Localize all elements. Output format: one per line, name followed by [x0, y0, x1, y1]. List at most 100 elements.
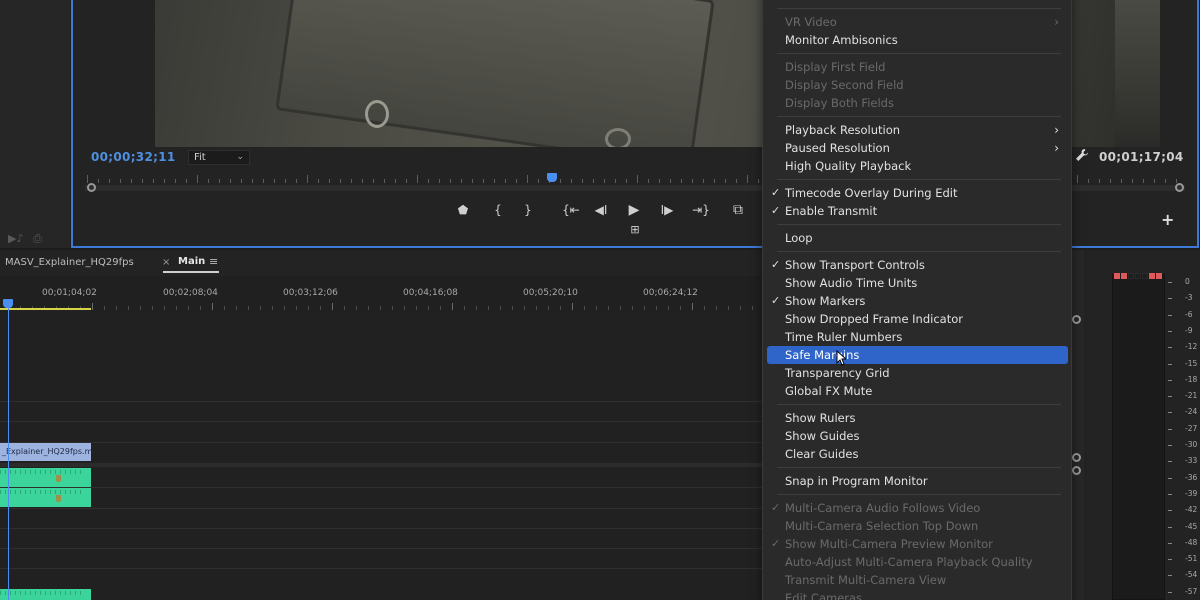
checkmark-icon: ✓ — [771, 204, 781, 217]
ruler-tick — [224, 306, 225, 310]
step-back-button[interactable]: ◀I — [591, 200, 611, 220]
ruler-tick — [344, 306, 345, 310]
db-label: -21 — [1185, 391, 1198, 401]
peak-indicator[interactable] — [1149, 273, 1155, 279]
peak-indicator[interactable] — [1156, 273, 1162, 279]
db-tick — [1168, 428, 1172, 430]
zoom-level-select[interactable]: Fit ⌄ — [188, 150, 250, 165]
menu-item-monitor-ambisonics[interactable]: Monitor Ambisonics — [763, 31, 1073, 49]
tab-main[interactable]: Main — [178, 256, 205, 267]
panel-menu-icon[interactable]: ≡ — [209, 255, 218, 268]
ruler-tick — [284, 306, 285, 310]
current-timecode[interactable]: 00;00;32;11 — [91, 150, 176, 164]
db-label: -6 — [1185, 309, 1193, 319]
ruler-tick — [428, 179, 429, 183]
mark-in-button[interactable]: { — [488, 200, 508, 220]
mark-out-button[interactable]: } — [518, 200, 538, 220]
button-editor-add-button[interactable]: + — [1161, 210, 1174, 229]
db-tick — [1168, 591, 1172, 593]
peak-indicator[interactable] — [1114, 273, 1120, 279]
peak-indicator[interactable] — [1128, 273, 1134, 279]
ruler-tick — [596, 306, 597, 310]
zoom-handle-left[interactable] — [87, 183, 96, 192]
db-label: -24 — [1185, 407, 1198, 417]
menu-separator — [777, 224, 1061, 225]
menu-item-show-audio-time-units[interactable]: Show Audio Time Units — [763, 274, 1073, 292]
audio-clip[interactable] — [0, 589, 91, 600]
db-label: -27 — [1185, 423, 1198, 433]
step-forward-button[interactable]: I▶ — [657, 200, 677, 220]
audio-clip[interactable] — [0, 488, 91, 507]
ruler-tick — [332, 303, 333, 310]
peak-indicator[interactable] — [1135, 273, 1141, 279]
ruler-tick — [142, 179, 143, 183]
timeline-playhead[interactable] — [3, 299, 13, 308]
ruler-tick — [380, 306, 381, 310]
menu-item-show-transport-controls[interactable]: ✓ Show Transport Controls — [763, 256, 1073, 274]
db-tick — [1168, 298, 1172, 300]
menu-item-playback-resolution[interactable]: Playback Resolution › — [763, 121, 1073, 139]
comparison-view-toggle[interactable]: ⊞ — [625, 220, 645, 240]
export-frame-button[interactable]: ⧉ — [728, 200, 748, 220]
video-clip[interactable]: _Explainer_HQ29fps.m — [0, 443, 91, 461]
zoom-handle[interactable] — [1072, 315, 1081, 324]
timeline-time-ruler[interactable]: 00;01;04;02 00;02;08;04 00;03;12;06 00;0… — [0, 276, 768, 310]
menu-item-show-rulers[interactable]: Show Rulers — [763, 409, 1073, 427]
ruler-tick — [716, 306, 717, 310]
ruler-tick — [725, 179, 726, 183]
menu-item-loop[interactable]: Loop — [763, 229, 1073, 247]
zoom-handle[interactable] — [1072, 466, 1081, 475]
menu-item-transparency-grid[interactable]: Transparency Grid — [763, 364, 1073, 382]
ruler-tick — [1143, 179, 1144, 183]
work-area-bar[interactable] — [0, 308, 91, 310]
settings-wrench-icon[interactable] — [1075, 148, 1089, 166]
export-icon[interactable]: ⎙ — [33, 232, 42, 246]
menu-item-label: Show Multi-Camera Preview Monitor — [785, 537, 993, 551]
zoom-handle-right[interactable] — [1175, 183, 1184, 192]
close-icon[interactable]: × — [162, 257, 170, 268]
monitor-playhead[interactable] — [547, 173, 557, 182]
ruler-tick — [252, 179, 253, 183]
menu-item-label: Time Ruler Numbers — [785, 330, 903, 344]
ruler-tick — [524, 306, 525, 310]
menu-item-snap-in-program-monitor[interactable]: Snap in Program Monitor — [763, 472, 1073, 490]
go-to-in-button[interactable]: {⇤ — [558, 200, 584, 220]
menu-item-global-fx-mute[interactable]: Global FX Mute — [763, 382, 1073, 400]
add-marker-button[interactable]: ⬟ — [453, 200, 473, 220]
insert-audio-icon[interactable]: ▶♪ — [8, 232, 23, 245]
menu-item-show-markers[interactable]: ✓ Show Markers — [763, 292, 1073, 310]
menu-separator — [777, 251, 1061, 252]
menu-item-show-dropped-frame-indicator[interactable]: Show Dropped Frame Indicator — [763, 310, 1073, 328]
db-label: -18 — [1185, 374, 1198, 384]
ruler-tick — [175, 179, 176, 183]
ruler-tick — [632, 306, 633, 310]
checkmark-icon: ✓ — [771, 501, 781, 514]
menu-item-time-ruler-numbers[interactable]: Time Ruler Numbers — [763, 328, 1073, 346]
db-tick — [1168, 559, 1172, 561]
db-label: -9 — [1185, 325, 1193, 335]
ruler-tick — [670, 179, 671, 183]
ruler-tick — [704, 306, 705, 310]
video-audio-separator[interactable] — [0, 463, 768, 467]
keyframe[interactable] — [56, 475, 61, 482]
ruler-tick — [384, 179, 385, 183]
menu-item-clear-guides[interactable]: Clear Guides — [763, 445, 1073, 463]
tab-masv-explainer[interactable]: MASV_Explainer_HQ29fps — [5, 257, 134, 268]
zoom-handle[interactable] — [1072, 453, 1081, 462]
play-button[interactable]: ▶ — [624, 200, 644, 220]
db-label: -36 — [1185, 472, 1198, 482]
peak-indicator[interactable] — [1142, 273, 1148, 279]
menu-item-enable-transmit[interactable]: ✓ Enable Transmit — [763, 202, 1073, 220]
menu-item-safe-margins[interactable]: Safe Margins — [767, 346, 1068, 364]
audio-clip[interactable] — [0, 468, 91, 487]
ruler-tick — [318, 179, 319, 183]
menu-item-timecode-overlay-during-edit[interactable]: ✓ Timecode Overlay During Edit — [763, 184, 1073, 202]
peak-indicator[interactable] — [1121, 273, 1127, 279]
menu-item-paused-resolution[interactable]: Paused Resolution › — [763, 139, 1073, 157]
go-to-out-button[interactable]: ⇥} — [688, 200, 714, 220]
keyframe[interactable] — [56, 495, 61, 502]
menu-item-high-quality-playback[interactable]: High Quality Playback — [763, 157, 1073, 175]
db-label: -42 — [1185, 505, 1198, 515]
scroll-strip[interactable] — [1072, 250, 1084, 600]
menu-item-show-guides[interactable]: Show Guides — [763, 427, 1073, 445]
